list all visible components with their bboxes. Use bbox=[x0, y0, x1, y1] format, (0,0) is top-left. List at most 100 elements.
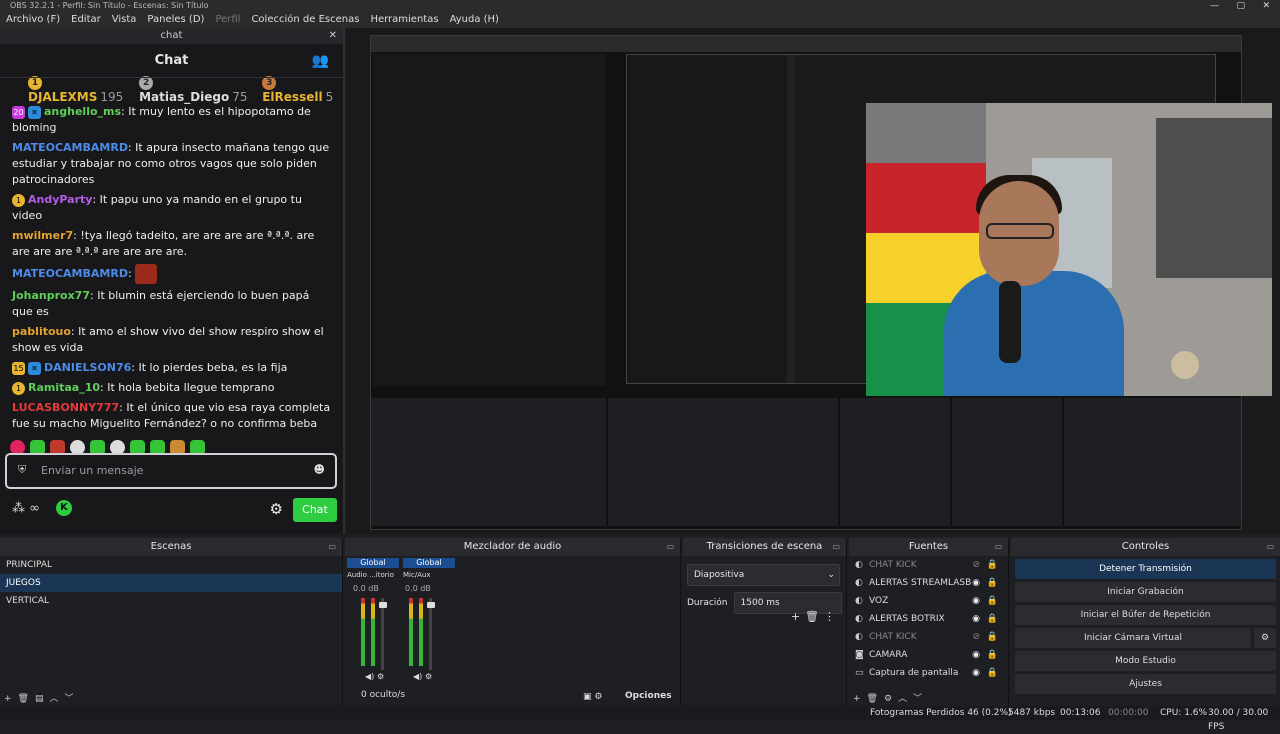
chat-username[interactable]: Ramitaa_10 bbox=[28, 381, 100, 394]
users-icon[interactable]: 👥 bbox=[312, 44, 329, 78]
source-item[interactable]: ◐ VOZ ◉ 🔒 bbox=[849, 592, 1008, 610]
lock-icon[interactable]: 🔒 bbox=[987, 610, 998, 628]
filter-icon[interactable]: ▤ bbox=[35, 694, 50, 704]
dock-float-icon[interactable]: ▭ bbox=[994, 538, 1002, 556]
studio-mode-button[interactable]: Modo Estudio bbox=[1015, 651, 1276, 671]
options-dropdown[interactable]: Opciones bbox=[625, 691, 672, 701]
volume-slider[interactable] bbox=[381, 598, 384, 670]
dock-float-icon[interactable]: ▭ bbox=[832, 538, 840, 556]
source-item[interactable]: ◐ CHAT KICK ⊘ 🔒 bbox=[849, 628, 1008, 646]
move-down-icon[interactable]: ﹀ bbox=[913, 694, 928, 704]
source-item[interactable]: ◙ CAMARA ◉ 🔒 bbox=[849, 646, 1008, 664]
transition-toolbar[interactable]: +🗑⋮ bbox=[791, 610, 840, 623]
minimize-icon[interactable]: — bbox=[1210, 0, 1219, 12]
volume-slider-knob[interactable] bbox=[379, 602, 387, 608]
maximize-icon[interactable]: ▢ bbox=[1236, 0, 1245, 12]
source-item[interactable]: ◐ ALERTAS STREAMLASB ◉ 🔒 bbox=[849, 574, 1008, 592]
move-up-icon[interactable]: ︿ bbox=[898, 694, 913, 704]
virtual-camera-button[interactable]: Iniciar Cámara Virtual bbox=[1015, 628, 1251, 648]
chat-input-box[interactable]: ⛨ Enviar un mensaje ☻ bbox=[5, 453, 337, 489]
replay-buffer-button[interactable]: Iniciar el Búfer de Repetición bbox=[1015, 605, 1276, 625]
trash-icon[interactable]: 🗑 bbox=[18, 694, 35, 704]
eye-icon[interactable]: ◉ bbox=[972, 574, 980, 592]
eye-icon[interactable]: ◉ bbox=[972, 610, 980, 628]
menu-coleccion[interactable]: Colección de Escenas bbox=[251, 12, 359, 28]
shield-icon[interactable]: ⛨ bbox=[18, 463, 26, 477]
start-recording-button[interactable]: Iniciar Grabación bbox=[1015, 582, 1276, 602]
transition-select[interactable]: Diapositiva ⌄ bbox=[687, 564, 840, 586]
dock-close-icon[interactable]: ✕ bbox=[329, 28, 337, 44]
nested-mixer-image bbox=[608, 398, 838, 526]
chat-messages: 20 ✕ anghello_ms: It muy lento es el hipop… bbox=[0, 104, 343, 432]
window-title: OBS 32.2.1 - Perfil: Sin Título - Escena… bbox=[10, 1, 209, 10]
menu-herramientas[interactable]: Herramientas bbox=[370, 12, 438, 28]
chat-username[interactable]: MATEOCAMBAMRD bbox=[12, 267, 128, 280]
chat-header-title: Chat bbox=[154, 53, 189, 68]
kick-logo-icon[interactable]: K bbox=[56, 500, 72, 516]
speaker-icon[interactable]: ◀) bbox=[365, 672, 374, 681]
scene-item[interactable]: VERTICAL bbox=[0, 592, 342, 610]
source-item[interactable]: ◐ ALERTAS BOTRIX ◉ 🔒 bbox=[849, 610, 1008, 628]
volume-slider[interactable] bbox=[429, 598, 432, 670]
move-down-icon[interactable]: ﹀ bbox=[65, 694, 80, 704]
speaker-icon[interactable]: ◀) bbox=[413, 672, 422, 681]
points-icon[interactable]: ⁂ ∞ bbox=[12, 501, 40, 516]
gear-icon[interactable]: ⚙ bbox=[884, 694, 898, 704]
settings-icon[interactable]: ⚙ bbox=[377, 672, 384, 681]
menu-perfil[interactable]: Perfil bbox=[215, 12, 240, 28]
chat-input-placeholder[interactable]: Enviar un mensaje bbox=[41, 464, 143, 477]
chat-send-button[interactable]: Chat bbox=[293, 498, 337, 522]
settings-icon[interactable]: ⚙ bbox=[425, 672, 432, 681]
volume-meter bbox=[371, 598, 375, 666]
dock-float-icon[interactable]: ▭ bbox=[1266, 538, 1274, 556]
lock-icon[interactable]: 🔒 bbox=[987, 664, 998, 682]
chat-username[interactable]: mwilmer7 bbox=[12, 229, 73, 242]
emoji-icon[interactable]: ☻ bbox=[314, 463, 325, 476]
add-icon[interactable]: + bbox=[853, 694, 867, 704]
lock-icon[interactable]: 🔒 bbox=[987, 646, 998, 664]
eye-hidden-icon[interactable]: ⊘ bbox=[972, 556, 980, 574]
menu-editar[interactable]: Editar bbox=[71, 12, 101, 28]
lock-icon[interactable]: 🔒 bbox=[987, 556, 998, 574]
leader-1[interactable]: 1DJALEXMS 195 bbox=[28, 74, 131, 104]
move-up-icon[interactable]: ︿ bbox=[50, 694, 65, 704]
settings-button[interactable]: Ajustes bbox=[1015, 674, 1276, 694]
source-item[interactable]: ▭ Captura de pantalla ◉ 🔒 bbox=[849, 664, 1008, 682]
scene-item[interactable]: JUEGOS bbox=[0, 574, 342, 592]
lock-icon[interactable]: 🔒 bbox=[987, 592, 998, 610]
eye-hidden-icon[interactable]: ⊘ bbox=[972, 628, 980, 646]
menu-archivo[interactable]: Archivo (F) bbox=[6, 12, 60, 28]
eye-icon[interactable]: ◉ bbox=[972, 664, 980, 682]
menu-paneles[interactable]: Paneles (D) bbox=[147, 12, 204, 28]
source-item[interactable]: ◐ CHAT KICK ⊘ 🔒 bbox=[849, 556, 1008, 574]
mixer-toolbar-icons[interactable]: ▣ ⚙ bbox=[583, 692, 602, 702]
trash-icon[interactable]: 🗑 bbox=[867, 694, 884, 704]
dock-float-icon[interactable]: ▭ bbox=[328, 538, 336, 556]
gear-icon[interactable]: ⚙ bbox=[270, 500, 283, 518]
lock-icon[interactable]: 🔒 bbox=[987, 574, 998, 592]
leader-3[interactable]: 3ElRessell 5 bbox=[262, 74, 343, 104]
chat-username[interactable]: pablitouo bbox=[12, 325, 71, 338]
chat-username[interactable]: anghello_ms bbox=[44, 105, 121, 118]
lock-icon[interactable]: 🔒 bbox=[987, 628, 998, 646]
leader-2[interactable]: 2Matias_Diego 75 bbox=[139, 74, 254, 104]
eye-icon[interactable]: ◉ bbox=[972, 646, 980, 664]
add-icon[interactable]: + bbox=[4, 694, 18, 704]
chat-username[interactable]: AndyParty bbox=[28, 193, 92, 206]
menu-vista[interactable]: Vista bbox=[112, 12, 137, 28]
channel-name[interactable]: Audio ...itorio bbox=[347, 571, 399, 579]
dock-float-icon[interactable]: ▭ bbox=[666, 538, 674, 556]
stop-streaming-button[interactable]: Detener Transmisión bbox=[1015, 559, 1276, 579]
close-icon[interactable]: ✕ bbox=[1262, 0, 1270, 12]
virtual-camera-settings-icon[interactable]: ⚙ bbox=[1254, 628, 1276, 648]
scene-item[interactable]: PRINCIPAL bbox=[0, 556, 342, 574]
eye-icon[interactable]: ◉ bbox=[972, 592, 980, 610]
channel-name[interactable]: Mic/Aux bbox=[403, 571, 455, 579]
chat-username[interactable]: LUCASBONNY777 bbox=[12, 401, 119, 414]
chevron-down-icon[interactable]: ⌄ bbox=[827, 565, 835, 585]
chat-username[interactable]: DANIELSON76 bbox=[44, 361, 131, 374]
menu-ayuda[interactable]: Ayuda (H) bbox=[450, 12, 499, 28]
chat-username[interactable]: MATEOCAMBAMRD bbox=[12, 141, 128, 154]
volume-slider-knob[interactable] bbox=[427, 602, 435, 608]
chat-username[interactable]: Johanprox77 bbox=[12, 289, 90, 302]
